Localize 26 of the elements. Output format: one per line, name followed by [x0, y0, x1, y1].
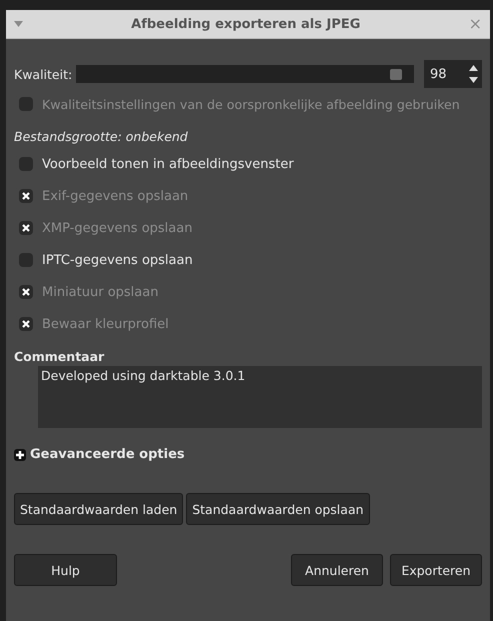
checkbox-label: Kwaliteitsinstellingen van de oorspronkelijke afbeelding gebruiken: [42, 96, 460, 112]
comment-label: Commentaar: [14, 349, 106, 364]
comment-field[interactable]: Developed using darktable 3.0.1: [38, 366, 482, 428]
checkbox-label: Bewaar kleurprofiel: [42, 316, 169, 332]
advanced-options-label[interactable]: Geavanceerde opties: [30, 447, 185, 462]
quality-label: Kwaliteit:: [14, 66, 72, 82]
checkbox-label: Miniatuur opslaan: [42, 284, 158, 300]
checkbox-label: IPTC-gegevens opslaan: [42, 252, 193, 268]
dialog-button[interactable]: Exporteren: [390, 554, 482, 586]
decrement-icon[interactable]: [469, 77, 478, 83]
help-button[interactable]: Hulp: [14, 554, 117, 586]
window-title: Afbeelding exporteren als JPEG: [130, 16, 362, 32]
defaults-button[interactable]: Standaardwaarden opslaan: [186, 493, 370, 525]
dialog-button[interactable]: Annuleren: [291, 554, 383, 586]
checkbox[interactable]: [19, 157, 33, 171]
checkbox-label: XMP-gegevens opslaan: [42, 220, 192, 236]
defaults-button[interactable]: Standaardwaarden laden: [14, 493, 184, 525]
quality-spinbox[interactable]: 98: [424, 60, 482, 88]
slider-thumb[interactable]: [390, 69, 402, 80]
checkbox[interactable]: [19, 253, 33, 267]
increment-icon[interactable]: [469, 65, 478, 71]
expand-icon[interactable]: [14, 448, 26, 460]
file-size-text: Bestandsgrootte: onbekend: [14, 129, 189, 144]
checkbox-label: Exif-gegevens opslaan: [42, 188, 188, 204]
quality-slider[interactable]: [76, 65, 414, 83]
checkbox-label: Voorbeeld tonen in afbeeldingsvenster: [42, 156, 294, 172]
